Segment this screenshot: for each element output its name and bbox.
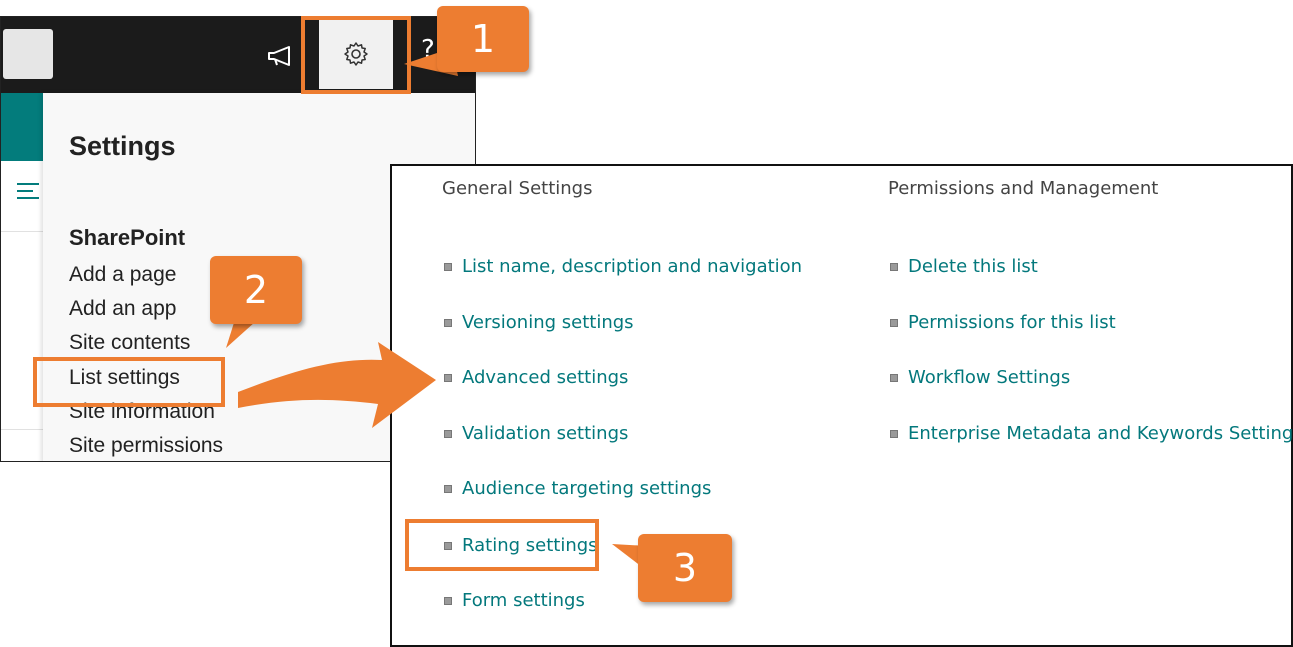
step-1-badge: 1 (437, 6, 529, 72)
step-3-badge: 3 (638, 534, 732, 602)
curved-arrow-icon (238, 342, 436, 428)
step-2-badge: 2 (210, 256, 302, 324)
